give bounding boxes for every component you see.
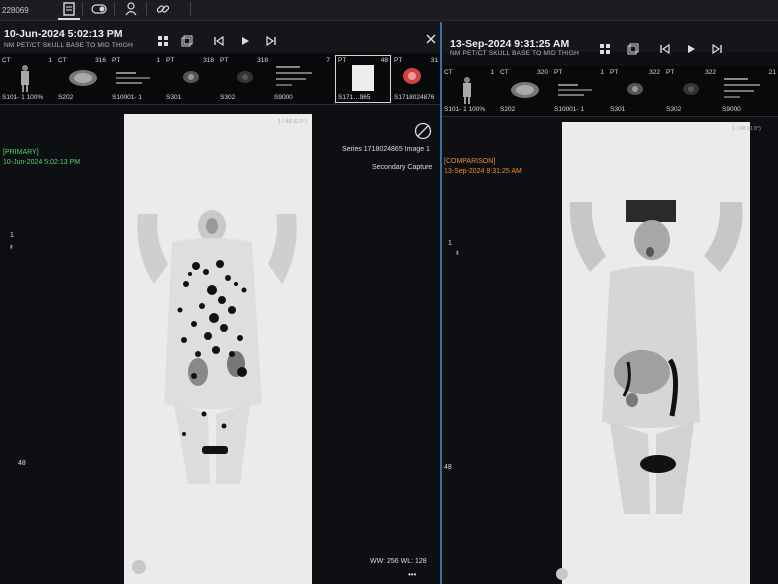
copy-icon[interactable] bbox=[626, 42, 640, 56]
avatar bbox=[556, 568, 568, 580]
skip-back-icon[interactable] bbox=[658, 42, 672, 56]
comparison-date: 13-Sep-2024 9:31:25 AM bbox=[444, 168, 522, 175]
toggle-icon[interactable] bbox=[88, 0, 110, 18]
viewer-header: 13-Sep-2024 9:31:25 AM NM PET/CT SKULL B… bbox=[442, 22, 778, 57]
top-toolbar: 228069 bbox=[0, 0, 778, 21]
link-icon[interactable] bbox=[152, 0, 174, 18]
series-thumbnail[interactable]: 21 S9000 bbox=[720, 68, 778, 114]
scale-marker: ▮ bbox=[10, 244, 13, 250]
thumbnail-image bbox=[237, 71, 253, 83]
scale-bottom-label: 48 bbox=[444, 464, 452, 471]
close-icon[interactable] bbox=[424, 32, 438, 46]
scale-bottom-label: 48 bbox=[18, 460, 26, 467]
comparison-viewer[interactable]: 13-Sep-2024 9:31:25 AM NM PET/CT SKULL B… bbox=[440, 22, 778, 584]
copy-icon[interactable] bbox=[180, 34, 194, 48]
series-thumbnail-selected[interactable]: PT 48 S171…965 bbox=[335, 55, 391, 103]
series-thumbnail[interactable]: CT 320 S202 bbox=[498, 68, 550, 114]
series-thumbnail[interactable]: PT 1 S10001- 1 bbox=[552, 68, 606, 114]
viewer-header: 10-Jun-2024 5:02:13 PM NM PET/CT SKULL B… bbox=[0, 22, 440, 52]
thumbnail-image bbox=[511, 82, 539, 98]
series-strip: CT 1 S101- 1 100% CT 316 S202 PT 1 S10001- … bbox=[0, 54, 440, 105]
thumbnail-image bbox=[116, 72, 150, 84]
thumbnail-image bbox=[183, 71, 199, 83]
document-icon[interactable] bbox=[58, 0, 80, 20]
series-thumbnail[interactable]: CT 1 S101- 1 100% bbox=[0, 56, 54, 102]
series-thumbnail[interactable]: PT 318 S302 bbox=[218, 56, 270, 102]
primary-tag: [PRIMARY] bbox=[3, 149, 39, 156]
skip-forward-icon[interactable] bbox=[710, 42, 724, 56]
pet-mip-image[interactable] bbox=[124, 114, 312, 584]
pet-mip-rendering bbox=[569, 200, 743, 514]
series-thumbnail[interactable]: CT 316 S202 bbox=[56, 56, 108, 102]
layout-grid-icon[interactable] bbox=[156, 34, 170, 48]
primary-viewer[interactable]: 10-Jun-2024 5:02:13 PM NM PET/CT SKULL B… bbox=[0, 22, 440, 584]
series-thumbnail[interactable]: PT 322 S302 bbox=[664, 68, 718, 114]
thumbnail-image bbox=[352, 65, 374, 91]
series-thumbnail[interactable]: PT 1 S10001- 1 bbox=[110, 56, 162, 102]
thumbnail-image bbox=[276, 66, 312, 86]
thumbnail-image bbox=[627, 83, 643, 95]
slice-index: 1 / 48 (0.0°) bbox=[732, 126, 761, 132]
patient-id: 228069 bbox=[2, 6, 29, 15]
series-thumbnail[interactable]: PT 322 S301 bbox=[608, 68, 662, 114]
person-icon[interactable] bbox=[120, 0, 142, 18]
skip-forward-icon[interactable] bbox=[264, 34, 278, 48]
thumbnail-image bbox=[21, 65, 29, 92]
capture-type: Secondary Capture bbox=[372, 164, 433, 171]
study-description: NM PET/CT SKULL BASE TO MID THIGH bbox=[4, 42, 134, 49]
series-info: Series 1718024865 Image 1 bbox=[342, 146, 430, 153]
thumbnail-image bbox=[683, 83, 699, 95]
scale-top-label: 1 bbox=[10, 232, 14, 239]
series-thumbnail[interactable]: CT 1 S101- 1 100% bbox=[442, 68, 496, 114]
play-icon[interactable] bbox=[238, 34, 252, 48]
study-date: 10-Jun-2024 5:02:13 PM bbox=[4, 28, 123, 40]
thumbnail-image bbox=[724, 78, 760, 98]
series-thumbnail[interactable]: PT 318 S301 bbox=[164, 56, 216, 102]
pet-mip-image[interactable] bbox=[562, 122, 750, 584]
study-description: NM PET/CT SKULL BASE TO MID THIGH bbox=[450, 50, 580, 57]
thumbnail-image bbox=[463, 77, 471, 104]
thumbnail-image bbox=[403, 68, 421, 84]
no-sync-icon[interactable] bbox=[414, 122, 432, 140]
pet-mip-rendering bbox=[137, 210, 297, 484]
more-options-button[interactable]: ••• bbox=[408, 570, 416, 579]
layout-grid-icon[interactable] bbox=[598, 42, 612, 56]
slice-index: 1 / 48 (0.0°) bbox=[278, 119, 307, 125]
window-level: WW: 256 WL: 128 bbox=[370, 558, 427, 565]
thumbnail-image bbox=[558, 84, 592, 96]
thumbnail-image bbox=[69, 70, 97, 86]
comparison-tag: [COMPARISON] bbox=[444, 158, 496, 165]
scale-top-label: 1 bbox=[448, 240, 452, 247]
series-thumbnail[interactable]: 7 S9000 bbox=[272, 56, 332, 102]
play-icon[interactable] bbox=[684, 42, 698, 56]
series-thumbnail[interactable]: PT 31 S1718024876 bbox=[392, 56, 440, 102]
study-date: 13-Sep-2024 9:31:25 AM bbox=[450, 38, 570, 50]
primary-date: 10-Jun-2024 5:02:13 PM bbox=[3, 159, 81, 166]
skip-back-icon[interactable] bbox=[212, 34, 226, 48]
scale-marker: ▮ bbox=[456, 250, 459, 256]
avatar bbox=[132, 560, 146, 574]
series-strip: CT 1 S101- 1 100% CT 320 S202 PT 1 S10001- … bbox=[442, 66, 778, 117]
